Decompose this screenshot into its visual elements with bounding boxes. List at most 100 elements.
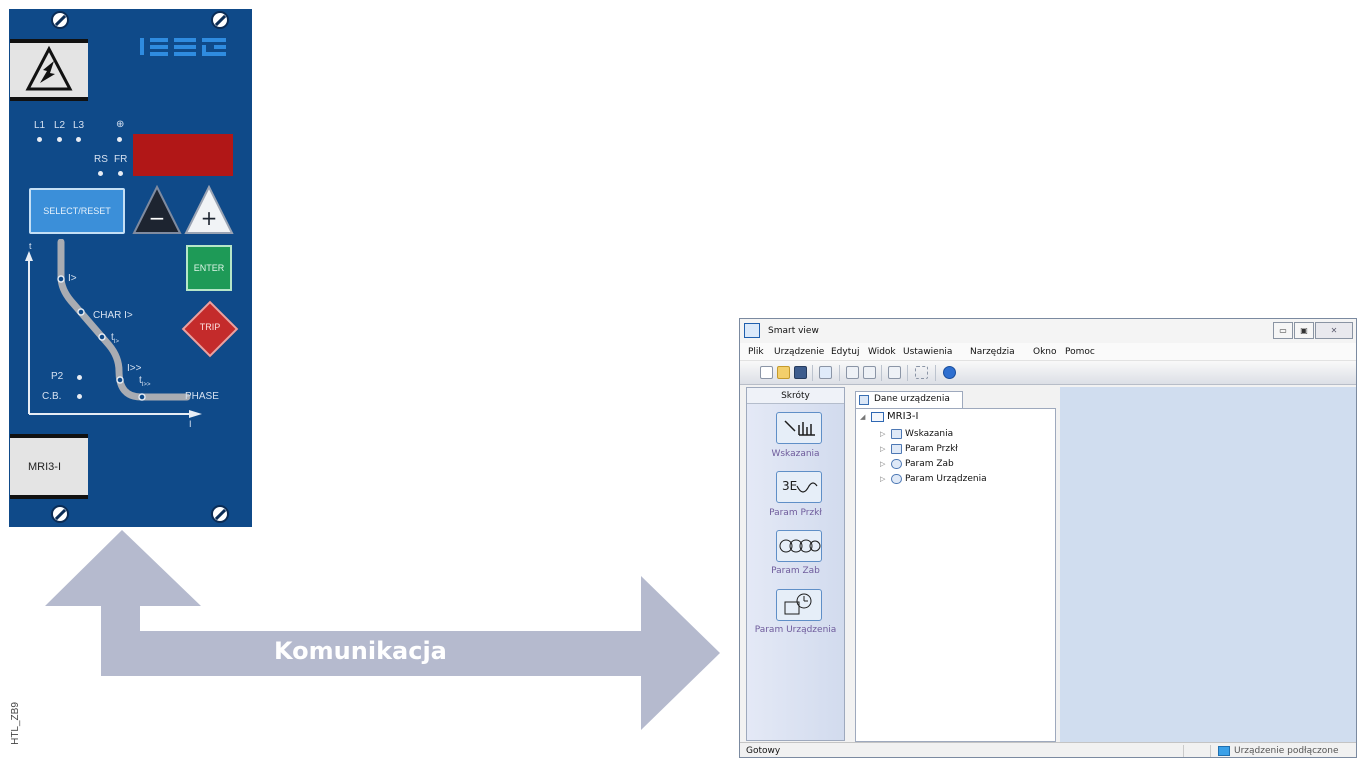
transfer-data-icon[interactable] [863,366,876,379]
toolbar-separator [839,365,840,381]
transformer-params-icon [891,444,902,454]
smart-view-app-icon [744,323,760,338]
menu-okno[interactable]: Okno [1033,347,1057,357]
axis-label-i: I [189,419,192,429]
connection-icon [1218,746,1230,756]
label-t-gt: tI> [111,332,119,345]
screw-icon [211,11,229,29]
tripping-characteristic-diagram [25,239,202,418]
led-label-fr: FR [114,154,128,165]
menu-bar: Plik Urządzenie Edytuj Widok Ustawienia … [740,343,1356,361]
collapse-icon[interactable]: ◢ [860,413,868,421]
status-ready: Gotowy [746,746,781,756]
tree-item-label: Param Urządzenia [905,474,987,484]
device-params-icon[interactable] [776,589,822,621]
led-l2 [57,137,62,142]
menu-pomoc[interactable]: Pomoc [1065,347,1095,357]
label-phase: PHASE [185,391,219,402]
shortcut-param-urzadzenia-label[interactable]: Param Urządzenia [747,625,844,635]
plus-icon: + [201,206,218,230]
plus-button[interactable]: + [184,185,234,235]
menu-plik[interactable]: Plik [748,347,764,357]
smart-view-window: Smart view ▭ ▣ ✕ Plik Urządzenie Edytuj … [739,318,1357,758]
shortcut-wskazania-label[interactable]: Wskazania [747,449,844,459]
axis-label-t: t [29,241,32,251]
shortcut-param-zab-label[interactable]: Param Zab [747,566,844,576]
led-fr [118,171,123,176]
toolbar [740,361,1356,385]
refresh-icon[interactable] [888,366,901,379]
screw-icon [51,11,69,29]
brand-logo-icon [140,38,226,56]
led-label-l1: L1 [34,120,46,131]
tree-item-param-przkl[interactable]: ▷ Param Przkł [880,444,958,454]
tree-item-param-zab[interactable]: ▷ Param Zab [880,459,954,469]
iseg-logo [140,35,230,61]
tree-root[interactable]: ◢ MRI3-I [860,411,918,422]
expand-icon[interactable]: ▷ [880,430,888,438]
maximize-icon: ▣ [1300,326,1308,335]
device-params-icon [891,474,902,484]
measurement-chart-icon[interactable] [776,412,822,444]
label-char-i-gt: CHAR I> [93,310,133,321]
device-data-icon [859,395,869,405]
tab-dane-urzadzenia[interactable]: Dane urządzenia [855,391,963,408]
tree-item-label: Param Przkł [905,444,958,454]
new-file-icon[interactable] [760,366,773,379]
menu-ustawienia[interactable]: Ustawienia [903,347,952,357]
led-earth [117,137,122,142]
toolbar-separator [935,365,936,381]
menu-urzadzenie[interactable]: Urządzenie [774,347,824,357]
tree-item-wskazania[interactable]: ▷ Wskazania [880,429,953,439]
menu-widok[interactable]: Widok [868,347,896,357]
measurement-chart-icon [891,429,902,439]
select-reset-button[interactable]: SELECT/RESET [29,188,125,234]
transformer-params-icon[interactable]: 3E [776,471,822,503]
maximize-button[interactable]: ▣ [1294,322,1314,339]
led-l3 [76,137,81,142]
shortcuts-title: Skróty [747,388,844,404]
label-i-ggt: I>> [127,363,142,374]
svg-text:3E: 3E [782,479,797,493]
open-folder-icon[interactable] [777,366,790,379]
protection-params-icon[interactable] [776,530,822,562]
shortcuts-pane: Skróty Wskazania 3E Param Przkł Param Za… [746,387,845,741]
minus-button[interactable]: − [132,185,182,235]
led-label-cb: C.B. [42,391,62,402]
connect-device-icon[interactable] [819,366,832,379]
led-rs [98,171,103,176]
fullscreen-icon[interactable] [915,366,928,379]
folder-icon [871,411,884,422]
toolbar-separator [907,365,908,381]
help-icon[interactable] [943,366,956,379]
expand-icon[interactable]: ▷ [880,460,888,468]
led-label-p2: P2 [51,371,64,382]
minimize-icon: ▭ [1279,326,1287,335]
tree-root-label: MRI3-I [887,411,919,422]
model-label: MRI3-I [10,434,88,499]
label-i-gt: I> [68,273,77,284]
expand-icon[interactable]: ▷ [880,445,888,453]
status-connected: Urządzenie podłączone [1234,746,1339,756]
close-button[interactable]: ✕ [1315,322,1353,339]
esd-warning-label [10,39,88,101]
led-l1 [37,137,42,142]
shortcut-param-przkl-label[interactable]: Param Przkł [747,508,844,518]
expand-icon[interactable]: ▷ [880,475,888,483]
minus-icon: − [149,206,166,230]
communication-label: Komunikacja [274,637,447,665]
led-label-earth: ⊕ [116,119,125,130]
close-icon: ✕ [1330,326,1338,335]
menu-narzedzia[interactable]: Narzędzia [970,347,1015,357]
receive-data-icon[interactable] [846,366,859,379]
label-t-ggt: tI>> [139,375,151,388]
window-title: Smart view [768,326,819,336]
figure-code: HTL_ZB9 [9,702,21,745]
menu-edytuj[interactable]: Edytuj [831,347,859,357]
communication-arrow [45,530,720,730]
minimize-button[interactable]: ▭ [1273,322,1293,339]
save-icon[interactable] [794,366,807,379]
tree-item-param-urzadzenia[interactable]: ▷ Param Urządzenia [880,474,987,484]
led-label-rs: RS [94,154,108,165]
status-bar: Gotowy Urządzenie podłączone [740,742,1356,757]
